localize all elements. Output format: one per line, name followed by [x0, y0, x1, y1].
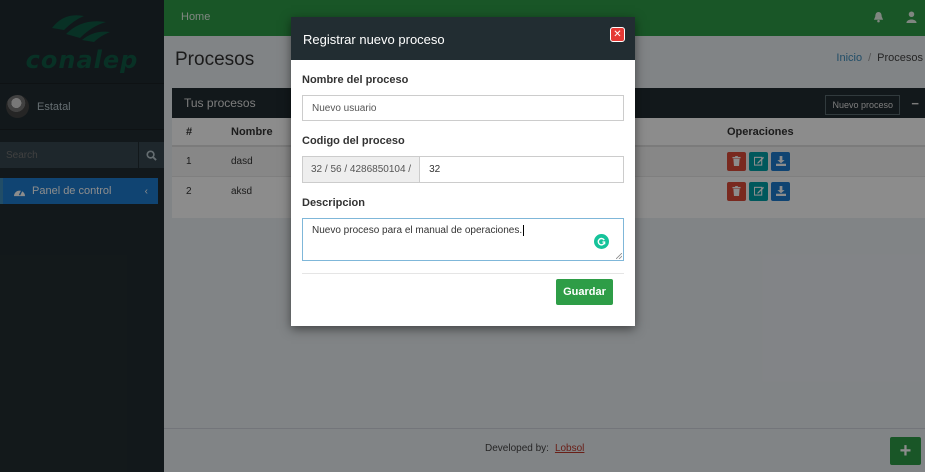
- grammarly-icon[interactable]: [594, 234, 609, 249]
- modal-title: Registrar nuevo proceso: [303, 32, 445, 47]
- text-caret: [523, 225, 525, 236]
- modal-divider: [302, 273, 624, 274]
- resize-handle-icon[interactable]: [616, 253, 622, 259]
- register-process-modal: Registrar nuevo proceso ✕ Nombre del pro…: [291, 17, 635, 326]
- grammarly-circle-icon: [597, 237, 606, 246]
- modal-body: Nombre del proceso Nuevo usuario Codigo …: [291, 74, 635, 274]
- process-name-label: Nombre del proceso: [302, 74, 409, 86]
- save-button[interactable]: Guardar: [556, 279, 613, 305]
- close-icon[interactable]: ✕: [610, 27, 625, 42]
- modal-header: Registrar nuevo proceso ✕: [291, 17, 635, 60]
- description-text: Nuevo proceso para el manual de operacio…: [312, 225, 523, 237]
- process-code-input[interactable]: 32: [420, 157, 623, 182]
- description-label: Descripcion: [302, 197, 365, 209]
- description-textarea[interactable]: Nuevo proceso para el manual de operacio…: [302, 218, 624, 261]
- process-name-input[interactable]: Nuevo usuario: [302, 95, 624, 121]
- process-code-group: 32 / 56 / 4286850104 / 32: [302, 156, 624, 183]
- process-code-prefix: 32 / 56 / 4286850104 /: [303, 157, 421, 182]
- process-code-label: Codigo del proceso: [302, 135, 405, 147]
